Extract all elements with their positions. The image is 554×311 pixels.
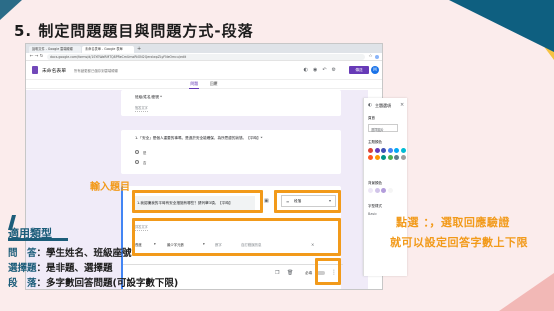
- color-swatch[interactable]: [381, 188, 386, 193]
- header-icons: ◐ ◉ ↶ ⚙: [299, 67, 336, 73]
- star-icon[interactable]: ☆: [368, 54, 373, 59]
- send-button[interactable]: 傳送: [349, 66, 369, 74]
- highlight-question-type: [274, 190, 341, 213]
- question-title: 1.「安全」是個人重要的事嗎，是過於安全能確保，為所思慮的狀態。【平時】*: [135, 136, 263, 140]
- info-value: ：多字數回答問題(可設字數下限): [36, 278, 179, 289]
- info-line-qa: 問 答：學生姓名、班級座號: [8, 245, 132, 259]
- header-label: 頁首: [368, 116, 375, 120]
- color-swatch[interactable]: [400, 148, 406, 153]
- corner-decoration-top-right-teal: [449, 0, 554, 52]
- color-swatch[interactable]: [387, 188, 393, 193]
- option-label: 是: [143, 151, 147, 155]
- settings-gear-icon[interactable]: ⚙: [332, 67, 336, 73]
- question-card-choice[interactable]: 1.「安全」是個人重要的事嗎，是過於安全能確保，為所思慮的狀態。【平時】* 是 …: [121, 130, 341, 174]
- heading-underline: [8, 238, 68, 241]
- form-header: 未命名表單 所有變更都已儲存到雲端硬碟 ◐ ◉ ↶ ⚙ 傳送 M: [26, 61, 382, 80]
- palette-icon[interactable]: ◐: [304, 67, 308, 73]
- color-swatch[interactable]: [374, 155, 380, 160]
- callout-line-2: 就可以設定回答字數上下限: [390, 236, 528, 249]
- saved-status: 所有變更都已儲存到雲端硬碟: [74, 68, 119, 73]
- color-swatch[interactable]: [368, 188, 373, 193]
- profile-icon[interactable]: [375, 54, 379, 59]
- forms-logo-icon: [32, 66, 38, 74]
- preview-eye-icon[interactable]: ◉: [313, 67, 317, 73]
- option-label: 否: [143, 161, 147, 165]
- highlight-more-options: [315, 258, 341, 285]
- color-swatch[interactable]: [381, 148, 386, 153]
- info-line-choice: 選擇題：是非題、選擇題: [8, 260, 113, 274]
- font-style-label: 字型樣式: [368, 204, 382, 208]
- reload-icon[interactable]: ↻: [39, 54, 44, 59]
- info-key: 選擇題: [8, 263, 37, 274]
- url-input[interactable]: docs.google.com/forms/d/1SYEWaRMTQ8PReCm…: [47, 53, 365, 60]
- callout-line-1: 點選 ：，選取回應驗證: [396, 216, 510, 229]
- theme-color-label: 主題顏色: [368, 140, 382, 144]
- card-divider: [123, 264, 343, 265]
- required-label: 必填: [305, 271, 313, 275]
- radio-option[interactable]: [135, 160, 139, 164]
- highlight-validation-area: [132, 218, 341, 256]
- color-swatch[interactable]: [368, 155, 373, 160]
- info-line-paragraph: 段 落：多字數回答問題(可設字數下限): [8, 275, 178, 289]
- radio-option[interactable]: [135, 150, 139, 154]
- add-image-icon[interactable]: ▣: [264, 198, 269, 204]
- bg-color-label: 背景顏色: [368, 181, 382, 185]
- tab-responses[interactable]: 回覆: [209, 80, 219, 88]
- form-title[interactable]: 未命名表單: [42, 67, 66, 74]
- color-swatch[interactable]: [394, 155, 399, 160]
- close-icon[interactable]: ×: [400, 102, 404, 108]
- color-swatch[interactable]: [387, 155, 393, 160]
- choose-image-button[interactable]: 選擇圖片: [368, 124, 398, 132]
- choose-image-label: 選擇圖片: [371, 128, 384, 132]
- palette-icon: ◐: [368, 103, 372, 108]
- color-swatch[interactable]: [374, 148, 380, 153]
- corner-decoration-top-left: [0, 0, 22, 20]
- corner-decoration-bottom-right: [499, 273, 554, 311]
- annotation-input-title: 輸入題目: [90, 182, 130, 193]
- duplicate-icon[interactable]: ❐: [275, 270, 279, 276]
- info-key: 問 答: [8, 248, 37, 259]
- browser-tab-forms[interactable]: 未命名表單 - Google 表單: [82, 46, 134, 53]
- tab-questions[interactable]: 問題: [189, 80, 199, 89]
- form-subtabs: 問題 回覆: [26, 80, 382, 89]
- address-bar: ← → ↻ docs.google.com/forms/d/1SYEWaRMTQ…: [26, 53, 382, 61]
- undo-icon[interactable]: ↶: [322, 67, 326, 73]
- font-style-select[interactable]: Basic: [368, 212, 377, 216]
- color-swatch[interactable]: [368, 148, 373, 153]
- question-card-previous[interactable]: 班級/姓名/座號 * 簡答文字: [121, 90, 341, 116]
- answer-hint: 簡答文字: [135, 106, 148, 112]
- panel-title: 主題選項: [375, 103, 391, 108]
- delete-icon[interactable]: 🗑: [287, 270, 293, 276]
- browser-tab-drive[interactable]: 說明文件 - Google 雲端硬碟: [29, 46, 81, 53]
- highlight-question-title: [132, 190, 263, 213]
- color-swatch[interactable]: [381, 155, 386, 160]
- question-title: 班級/姓名/座號 *: [135, 95, 162, 99]
- info-value: ：是非題、選擇題: [36, 263, 113, 274]
- new-tab-icon[interactable]: +: [135, 46, 143, 53]
- info-value: ：學生姓名、班級座號: [36, 248, 132, 259]
- info-key: 段 落: [8, 278, 37, 289]
- slide-title: 5. 制定問題題目與問題方式-段落: [14, 22, 254, 40]
- color-swatch[interactable]: [387, 148, 393, 153]
- color-swatch[interactable]: [374, 188, 380, 193]
- color-swatch[interactable]: [394, 148, 399, 153]
- color-swatch[interactable]: [400, 155, 406, 160]
- avatar[interactable]: M: [371, 66, 379, 74]
- browser-tab-bar: 說明文件 - Google 雲端硬碟 未命名表單 - Google 表單 +: [26, 44, 382, 53]
